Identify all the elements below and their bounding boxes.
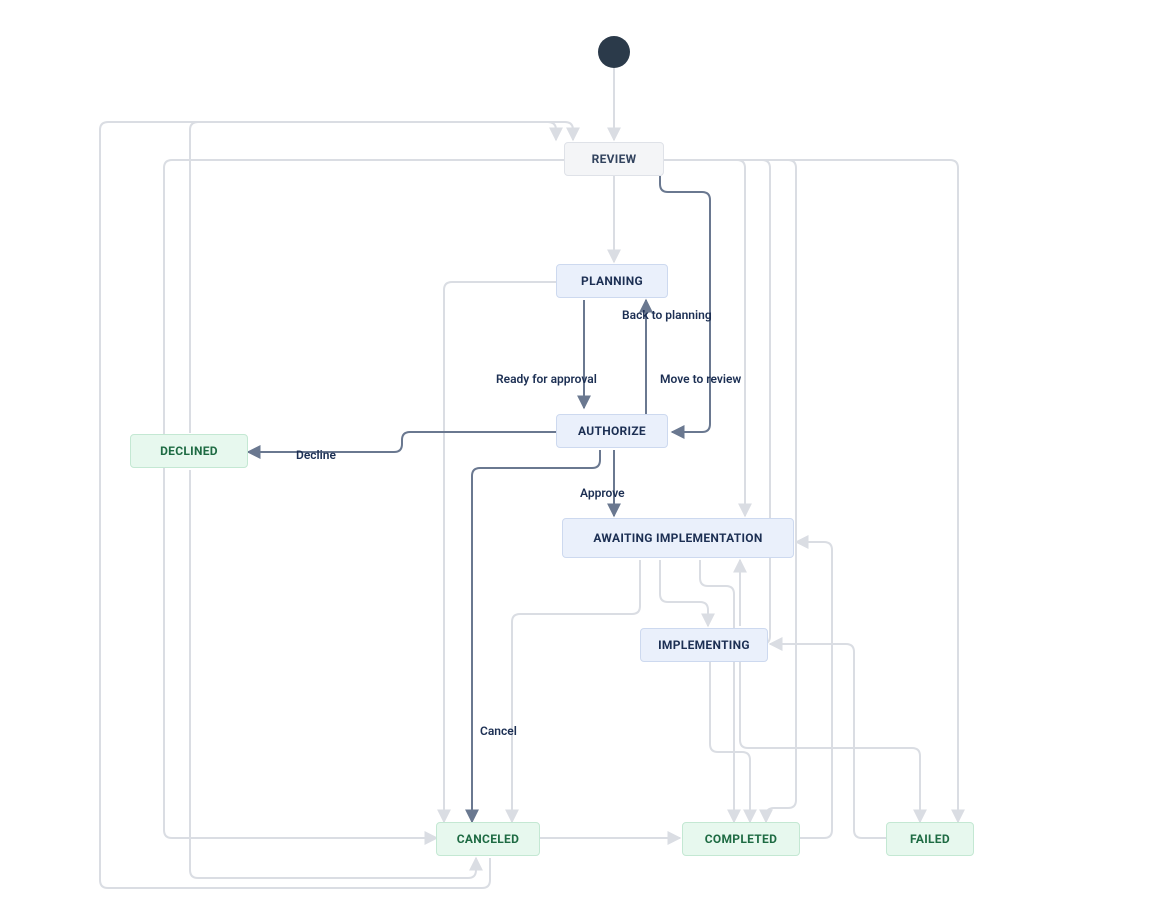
state-awaiting-implementation: AWAITING IMPLEMENTATION bbox=[562, 518, 794, 558]
state-authorize: AUTHORIZE bbox=[556, 414, 668, 448]
state-planning: PLANNING bbox=[556, 264, 668, 298]
state-canceled: CANCELED bbox=[436, 822, 540, 856]
start-node bbox=[598, 36, 630, 68]
workflow-diagram: REVIEW PLANNING AUTHORIZE DECLINED AWAIT… bbox=[0, 0, 1164, 916]
state-declined: DECLINED bbox=[130, 434, 248, 468]
edge-label-cancel: Cancel bbox=[480, 724, 517, 738]
state-completed: COMPLETED bbox=[682, 822, 800, 856]
edge-label-approve: Approve bbox=[580, 486, 625, 500]
edge-label-decline: Decline bbox=[296, 448, 336, 462]
state-implementing: IMPLEMENTING bbox=[640, 628, 768, 662]
state-failed: FAILED bbox=[886, 822, 974, 856]
unlabeled-edges bbox=[100, 68, 958, 888]
edge-label-ready-for-approval: Ready for approval bbox=[496, 372, 597, 386]
edge-label-move-to-review: Move to review bbox=[660, 372, 741, 386]
edge-label-back-to-planning: Back to planning bbox=[622, 308, 712, 322]
state-review: REVIEW bbox=[564, 142, 664, 176]
